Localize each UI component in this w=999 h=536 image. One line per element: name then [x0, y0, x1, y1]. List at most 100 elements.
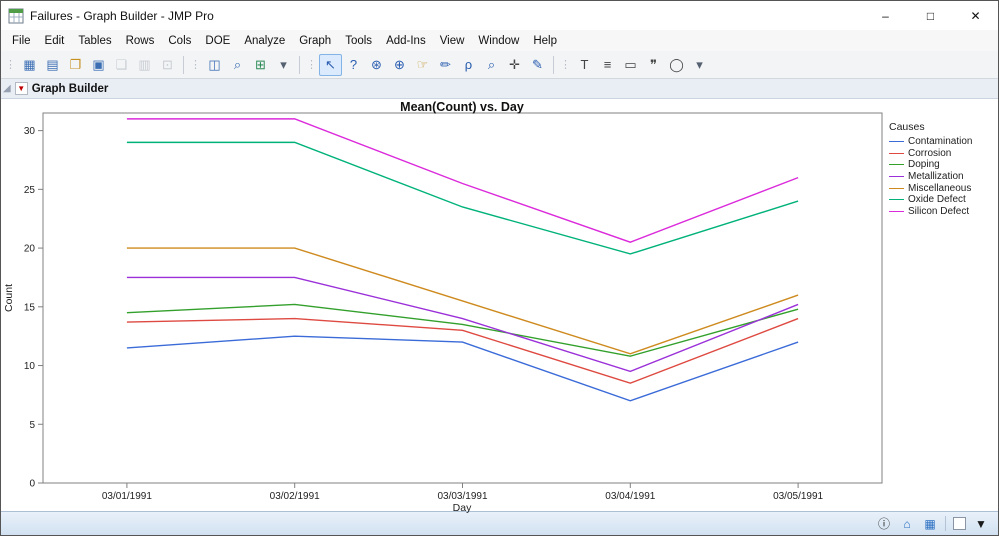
legend-swatch-corrosion	[889, 152, 904, 154]
legend-label: Miscellaneous	[908, 182, 972, 194]
graph-builder-icon[interactable]: ⊞	[249, 54, 272, 76]
toolbar-group-handle[interactable]: ⋮	[5, 58, 16, 71]
x-tick-label[interactable]: 03/03/1991	[437, 491, 487, 502]
toolbar-group-handle[interactable]: ⋮	[306, 58, 317, 71]
legend-swatch-doping	[889, 164, 904, 166]
chart-title: Mean(Count) vs. Day	[400, 100, 524, 114]
lasso-tool-icon[interactable]: ρ	[457, 54, 480, 76]
x-axis-label[interactable]: Day	[453, 502, 472, 514]
y-tick-label[interactable]: 20	[24, 244, 36, 255]
copy-icon: ❏	[115, 56, 128, 72]
y-tick-label[interactable]: 5	[29, 420, 35, 431]
titlebar: Failures - Graph Builder - JMP Pro – □ ✕	[1, 1, 998, 30]
new-journal-icon[interactable]: ▤	[41, 54, 64, 76]
statusbar-dropdown-icon[interactable]: ▼	[973, 516, 989, 532]
help-tool-icon[interactable]: ?	[342, 54, 365, 76]
y-tick-label[interactable]: 30	[24, 126, 36, 137]
x-tick-label[interactable]: 03/02/1991	[270, 491, 320, 502]
legend-label: Corrosion	[908, 147, 952, 159]
legend-item-corrosion[interactable]: Corrosion	[889, 148, 972, 160]
y-tick-label[interactable]: 10	[24, 361, 36, 372]
paste-icon: ▥	[138, 56, 151, 72]
menu-help[interactable]: Help	[526, 32, 564, 50]
toolbar-overflow-icon[interactable]: ▾	[688, 54, 711, 76]
lock-icon: ⊡	[162, 56, 173, 72]
menu-edit[interactable]: Edit	[38, 32, 72, 50]
legend-label: Doping	[908, 159, 940, 171]
brush-tool-icon[interactable]: ✏	[434, 54, 457, 76]
legend-item-silicon-defect[interactable]: Silicon Defect	[889, 206, 972, 218]
save-icon[interactable]: ▣	[87, 54, 110, 76]
menu-tables[interactable]: Tables	[71, 32, 118, 50]
x-tick-label[interactable]: 03/04/1991	[605, 491, 655, 502]
menu-view[interactable]: View	[433, 32, 472, 50]
menu-tools[interactable]: Tools	[338, 32, 379, 50]
minimize-button[interactable]: –	[863, 1, 908, 30]
legend: Causes Contamination Corrosion Doping Metal…	[889, 121, 972, 217]
outline-header: ◢ ▼ Graph Builder	[1, 79, 998, 99]
menu-graph[interactable]: Graph	[292, 32, 338, 50]
show-panel-icon[interactable]: ⌂	[899, 516, 915, 532]
text-annotation-icon[interactable]: T	[573, 54, 596, 76]
window-controls: – □ ✕	[863, 1, 998, 30]
data-table-window-icon[interactable]: ◫	[203, 54, 226, 76]
x-tick-label[interactable]: 03/01/1991	[102, 491, 152, 502]
new-data-table-icon[interactable]: ▦	[18, 54, 41, 76]
menu-doe[interactable]: DOE	[198, 32, 237, 50]
y-tick-label[interactable]: 25	[24, 185, 36, 196]
red-triangle-menu-button[interactable]: ▼	[14, 82, 28, 95]
legend-label: Oxide Defect	[908, 194, 966, 206]
chart-region: 0 5 10 15 20 25 30 03/01/1991 03/02/1991 03/03/19…	[1, 99, 998, 514]
y-tick-label[interactable]: 15	[24, 302, 36, 313]
search-icon[interactable]: ⌕	[226, 54, 249, 76]
jmp-window: Failures - Graph Builder - JMP Pro – □ ✕…	[0, 0, 999, 536]
shape-annotation-icon[interactable]: ▭	[619, 54, 642, 76]
line-annotation-icon[interactable]: ≡	[596, 54, 619, 76]
plot-frame	[42, 112, 883, 484]
legend-label: Silicon Defect	[908, 205, 970, 217]
legend-item-miscellaneous[interactable]: Miscellaneous	[889, 182, 972, 194]
toolbar-separator	[553, 55, 554, 74]
y-tick-label[interactable]: 0	[29, 479, 35, 490]
red-triangle-icon: ▼	[17, 83, 26, 93]
legend-swatch-metallization	[889, 176, 904, 178]
eraser-tool-icon[interactable]: ✎	[526, 54, 549, 76]
open-icon[interactable]: ❐	[64, 54, 87, 76]
info-icon[interactable]: ⓘ	[876, 516, 892, 532]
annotation-color-box[interactable]	[953, 517, 966, 530]
toolbar-overflow-icon[interactable]: ▾	[272, 54, 295, 76]
toolbar-group-handle[interactable]: ⋮	[560, 58, 571, 71]
x-tick-label[interactable]: 03/05/1991	[773, 491, 823, 502]
menu-analyze[interactable]: Analyze	[237, 32, 292, 50]
toolbar-group-handle[interactable]: ⋮	[190, 58, 201, 71]
menu-file[interactable]: File	[5, 32, 38, 50]
menu-add-ins[interactable]: Add-Ins	[379, 32, 433, 50]
arrow-tool-icon[interactable]: ↖	[319, 53, 342, 76]
globe-tool-icon[interactable]: ⊕	[388, 54, 411, 76]
menu-rows[interactable]: Rows	[119, 32, 162, 50]
toolbar: ⋮ ▦ ▤ ❐ ▣ ❏ ▥ ⊡ ⋮ ◫ ⌕ ⊞ ▾ ⋮ ↖? ⊛ ⊕ ☞ ✏ ρ ⌕ ✛ ✎ ⋮ T ≡ ▭ ❞ ◯ ▾	[1, 51, 998, 79]
outline-title: Graph Builder	[31, 82, 109, 95]
report-area: ◢ ▼ Graph Builder 0 5 10 15 20 25 30 03/01/1991…	[1, 79, 998, 514]
app-icon	[8, 8, 24, 23]
outline-disclosure-icon[interactable]: ◢	[3, 83, 11, 94]
crosshair-tool-icon[interactable]: ✛	[503, 54, 526, 76]
legend-item-contamination[interactable]: Contamination	[889, 136, 972, 148]
callout-annotation-icon[interactable]: ❞	[642, 54, 665, 76]
legend-label: Metallization	[908, 171, 964, 183]
menu-cols[interactable]: Cols	[161, 32, 198, 50]
statusbar-separator	[945, 516, 946, 531]
toolbar-separator	[183, 55, 184, 74]
magnifier-tool-icon[interactable]: ⌕	[480, 54, 503, 76]
data-view-icon[interactable]: ▦	[922, 516, 938, 532]
close-button[interactable]: ✕	[953, 1, 998, 30]
grabber-tool-icon[interactable]: ☞	[411, 54, 434, 76]
legend-item-oxide-defect[interactable]: Oxide Defect	[889, 194, 972, 206]
oval-annotation-icon[interactable]: ◯	[665, 54, 688, 76]
maximize-button[interactable]: □	[908, 1, 953, 30]
menu-window[interactable]: Window	[471, 32, 526, 50]
legend-item-doping[interactable]: Doping	[889, 159, 972, 171]
y-axis-label[interactable]: Count	[3, 284, 15, 312]
legend-item-metallization[interactable]: Metallization	[889, 171, 972, 183]
zoom-region-icon[interactable]: ⊛	[365, 54, 388, 76]
